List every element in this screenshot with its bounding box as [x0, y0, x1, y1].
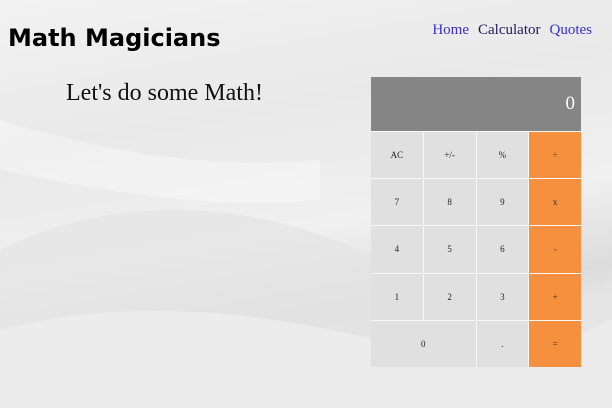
divide-button[interactable]: ÷	[529, 132, 581, 179]
site-logo: Math Magicians	[8, 24, 221, 52]
header: Math Magicians Home Calculator Quotes	[0, 0, 612, 70]
digit-1-button[interactable]: 1	[371, 273, 423, 320]
digit-4-button[interactable]: 4	[371, 226, 423, 273]
plus-minus-button[interactable]: +/-	[423, 132, 476, 179]
calculator-display: 0	[371, 77, 581, 131]
equals-button[interactable]: =	[529, 320, 581, 367]
percent-button[interactable]: %	[476, 132, 529, 179]
digit-8-button[interactable]: 8	[423, 179, 476, 226]
digit-3-button[interactable]: 3	[476, 273, 529, 320]
decimal-button[interactable]: .	[476, 320, 529, 367]
digit-7-button[interactable]: 7	[371, 179, 423, 226]
clear-button[interactable]: AC	[371, 132, 423, 179]
nav-link-quotes[interactable]: Quotes	[550, 22, 593, 39]
minus-button[interactable]: -	[529, 226, 581, 273]
intro-heading: Let's do some Math!	[66, 80, 263, 106]
nav-link-home[interactable]: Home	[432, 22, 469, 39]
nav-link-calculator[interactable]: Calculator	[478, 22, 540, 39]
digit-6-button[interactable]: 6	[476, 226, 529, 273]
multiply-button[interactable]: x	[529, 179, 581, 226]
main-nav: Home Calculator Quotes	[432, 22, 592, 39]
calculator: 0 AC +/- % ÷ 7 8 9 x 4 5 6 - 1 2 3 + 0 .…	[371, 77, 581, 367]
digit-2-button[interactable]: 2	[423, 273, 476, 320]
digit-5-button[interactable]: 5	[423, 226, 476, 273]
plus-button[interactable]: +	[529, 273, 581, 320]
digit-0-button[interactable]: 0	[371, 320, 476, 367]
digit-9-button[interactable]: 9	[476, 179, 529, 226]
